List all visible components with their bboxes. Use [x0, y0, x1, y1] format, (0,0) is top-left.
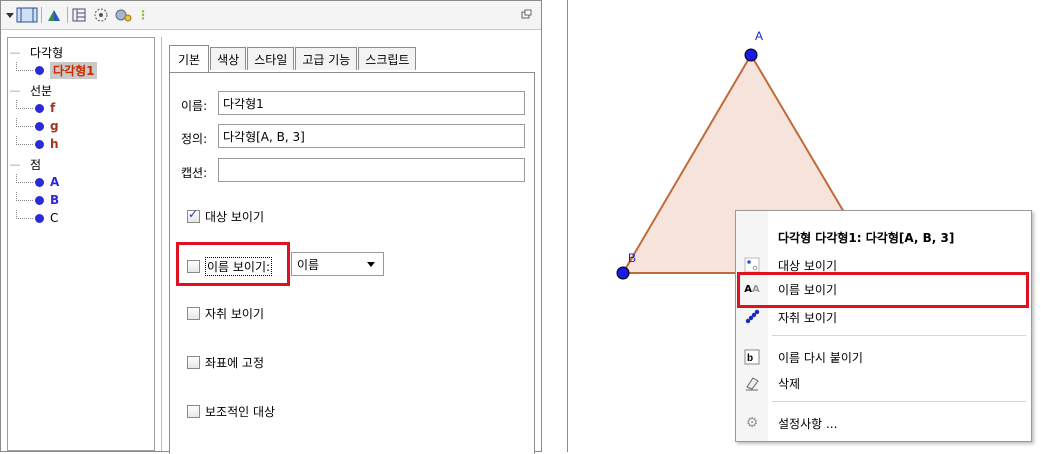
checkbox-box[interactable]: [187, 356, 200, 369]
tree-item-C[interactable]: C: [16, 209, 59, 226]
point-label-A: A: [755, 29, 763, 43]
restore-window-icon[interactable]: [521, 7, 533, 23]
show-object-checkbox[interactable]: 대상 보이기: [187, 207, 265, 225]
context-menu-title: 다각형 다각형1: 다각형[A, B, 3]: [778, 231, 955, 245]
rename-icon: b: [736, 349, 768, 365]
tab-scripting[interactable]: 스크립트: [358, 47, 417, 70]
checkbox-box[interactable]: [187, 207, 200, 223]
tab-color[interactable]: 색상: [210, 47, 247, 70]
tree-item-label: g: [50, 119, 59, 133]
definition-input[interactable]: 다각형[A, B, 3]: [218, 124, 525, 148]
properties-tabs: 기본 색상 스타일 고급 기능 스크립트: [169, 45, 417, 73]
svg-text:b: b: [747, 353, 753, 364]
highlight-box-show-label: [176, 242, 290, 286]
caption-label: 캡션:: [181, 166, 208, 180]
tree-item-g[interactable]: g: [16, 117, 59, 134]
select-value: 이름: [297, 257, 320, 272]
menu-item-label: 이름 다시 붙이기: [778, 350, 863, 365]
style-icon[interactable]: [46, 7, 62, 23]
menu-item-delete[interactable]: 삭제: [736, 371, 1029, 395]
tree-category-point[interactable]: — 점: [8, 156, 42, 172]
definition-label: 정의:: [181, 132, 208, 146]
tab-style[interactable]: 스타일: [247, 47, 295, 70]
tree-item-label: 다각형1: [50, 61, 98, 79]
tree-item-label: A: [50, 175, 60, 189]
tree-item-label: B: [50, 193, 60, 207]
menu-item-settings[interactable]: ⚙ 설정사항 ...: [736, 411, 1029, 435]
tree-category-label: 점: [30, 157, 42, 172]
toolbar-dropdown-arrow-icon[interactable]: [5, 7, 15, 23]
name-label: 이름:: [181, 99, 208, 113]
label-mode-select[interactable]: 이름: [291, 252, 384, 276]
tree-item-label: h: [50, 137, 59, 151]
checkbox-label: 보조적인 대상: [205, 405, 276, 419]
object-tree: — 다각형 다각형1 — 선분 f g h — 점 A B C: [7, 37, 155, 451]
tree-item-polygon1[interactable]: 다각형1: [16, 61, 98, 79]
context-menu: 다각형 다각형1: 다각형[A, B, 3] 대상 보이기 AA 이름 보이기 …: [735, 210, 1032, 442]
checkbox-label: 좌표에 고정: [205, 356, 265, 370]
point-A[interactable]: [744, 48, 758, 62]
object-color-dot: [35, 139, 44, 149]
point-B[interactable]: [616, 266, 630, 280]
eraser-icon: [736, 375, 768, 391]
object-color-dot: [35, 177, 44, 187]
menu-item-rename[interactable]: b 이름 다시 붙이기: [736, 345, 1029, 369]
panel-divider[interactable]: [161, 37, 162, 451]
name-input[interactable]: 다각형1: [218, 91, 525, 115]
tree-item-A[interactable]: A: [16, 173, 60, 190]
tree-item-label: C: [50, 211, 59, 225]
settings-gear-icon: ⚙: [745, 415, 759, 431]
object-properties-window: ⋮ — 다각형 다각형1 — 선분 f g h — 점 A B C 기본 색상 …: [0, 0, 542, 454]
checkbox-box[interactable]: [187, 307, 200, 320]
menu-item-label: 자취 보이기: [778, 310, 838, 325]
more-options-icon[interactable]: ⋮: [137, 7, 149, 23]
tree-category-label: 다각형: [30, 45, 64, 60]
point-label-B: B: [628, 251, 636, 265]
auxiliary-object-checkbox[interactable]: 보조적인 대상: [187, 403, 275, 420]
object-color-dot: [35, 195, 44, 205]
tree-category-label: 선분: [30, 83, 53, 98]
menu-item-label: 설정사항 ...: [778, 416, 838, 431]
algebra-view-icon[interactable]: [71, 7, 87, 23]
object-color-dot: [35, 213, 44, 223]
objects-icon[interactable]: [93, 7, 109, 23]
tree-item-B[interactable]: B: [16, 191, 60, 208]
object-color-dot: [35, 121, 44, 131]
show-object-icon: [736, 257, 768, 273]
tab-basic[interactable]: 기본: [169, 45, 210, 72]
checkbox-box[interactable]: [187, 405, 200, 418]
menu-item-label: 삭제: [778, 376, 801, 391]
settings-icon[interactable]: [114, 7, 132, 23]
show-trace-checkbox[interactable]: 자취 보이기: [187, 305, 264, 322]
tab-advanced[interactable]: 고급 기능: [295, 47, 358, 70]
properties-toolbar: ⋮: [1, 1, 541, 30]
caption-input[interactable]: [218, 158, 525, 182]
object-color-dot: [35, 65, 44, 75]
graphics-view-icon[interactable]: [16, 7, 38, 23]
tree-item-f[interactable]: f: [16, 99, 56, 116]
checkbox-label: 자취 보이기: [205, 307, 265, 321]
menu-item-label: 대상 보이기: [778, 258, 838, 273]
tree-item-h[interactable]: h: [16, 135, 59, 152]
tree-category-polygon[interactable]: — 다각형: [8, 44, 64, 60]
chevron-down-icon: [367, 262, 375, 267]
fix-object-checkbox[interactable]: 좌표에 고정: [187, 354, 264, 371]
tree-category-segment[interactable]: — 선분: [8, 82, 53, 98]
highlight-box-context-show-label: [737, 272, 1029, 308]
checkbox-label: 대상 보이기: [205, 210, 265, 224]
tree-item-label: f: [50, 101, 56, 115]
trace-icon: [736, 309, 768, 325]
menu-item-show-trace[interactable]: 자취 보이기: [736, 305, 1029, 329]
object-color-dot: [35, 103, 44, 113]
